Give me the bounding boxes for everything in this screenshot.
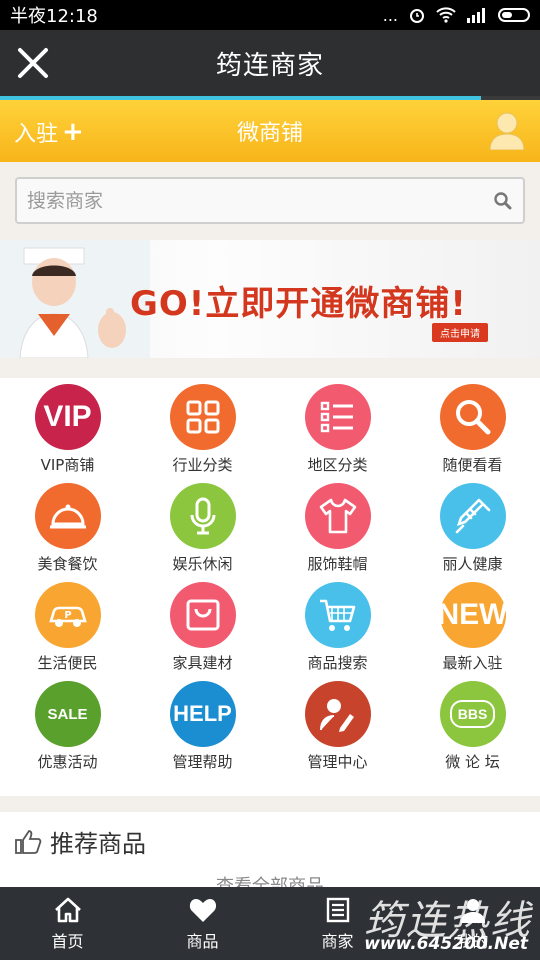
bag-icon — [169, 582, 236, 648]
battery-icon — [498, 8, 530, 22]
signal-icon — [467, 8, 485, 23]
apply-button[interactable]: 点击申请 — [432, 323, 488, 342]
category-item[interactable]: 商品搜索 — [270, 576, 405, 675]
bbs-icon: BBS — [439, 681, 506, 747]
category-grid: VIP VIP商铺 行业分类 地区分类 随便看看美食餐饮 娱乐休闲 服饰鞋帽 丽人健康 P 生活便… — [0, 378, 540, 774]
category-label: 最新入驻 — [442, 654, 503, 672]
category-label: 行业分类 — [172, 456, 233, 474]
grid-icon — [169, 384, 236, 450]
tab-label: 商品 — [186, 931, 219, 951]
icon-text: VIP — [43, 400, 92, 433]
category-item[interactable]: 美食餐饮 — [0, 477, 135, 576]
manager-icon — [304, 681, 371, 747]
tab-home[interactable]: 首页 — [0, 887, 135, 960]
tab-label: 首页 — [51, 931, 84, 951]
category-item[interactable]: 随便看看 — [405, 378, 540, 477]
category-item[interactable]: 丽人健康 — [405, 477, 540, 576]
plus-icon: + — [62, 117, 84, 147]
icon-text: BBS — [449, 700, 496, 728]
user-icon — [460, 898, 485, 923]
home-icon — [54, 897, 81, 922]
join-button[interactable]: 入驻 + — [14, 116, 84, 148]
tshirt-icon — [304, 483, 371, 549]
tab-stores[interactable]: 商家 — [270, 887, 405, 960]
category-label: 随便看看 — [442, 456, 503, 474]
dots-icon: ... — [382, 5, 398, 25]
category-item[interactable]: 管理中心 — [270, 675, 405, 774]
store-icon — [326, 897, 349, 922]
svg-text:P: P — [64, 610, 71, 621]
recommend-section: 推荐商品 查看全部商品 — [0, 812, 540, 897]
category-label: 家具建材 — [172, 654, 233, 672]
category-label: 生活便民 — [37, 654, 98, 672]
microphone-icon — [169, 483, 236, 549]
tab-mine[interactable]: 我的 — [405, 887, 540, 960]
new-icon: NEW — [437, 582, 508, 648]
vip-icon: VIP — [34, 384, 101, 450]
close-icon[interactable] — [14, 44, 52, 82]
recommend-header: 推荐商品 — [0, 812, 540, 871]
tab-products[interactable]: 商品 — [135, 887, 270, 960]
category-item[interactable]: 行业分类 — [135, 378, 270, 477]
category-panel: VIP VIP商铺 行业分类 地区分类 随便看看美食餐饮 娱乐休闲 服饰鞋帽 丽人健康 P 生活便… — [0, 378, 540, 796]
magnifier-icon — [439, 384, 506, 450]
category-item[interactable]: VIP VIP商铺 — [0, 378, 135, 477]
category-label: 微 论 坛 — [445, 753, 500, 771]
join-label: 入驻 — [14, 122, 59, 147]
alarm-icon — [410, 9, 424, 23]
parking-car-icon: P — [34, 582, 101, 648]
category-label: 娱乐休闲 — [172, 555, 233, 573]
category-label: 美食餐饮 — [37, 555, 98, 573]
category-label: 服饰鞋帽 — [307, 555, 368, 573]
tab-label: 商家 — [321, 931, 354, 951]
syringe-icon — [439, 483, 506, 549]
title-bar: 筠连商家 — [0, 30, 540, 96]
wifi-icon — [436, 7, 456, 23]
search-icon[interactable] — [493, 191, 513, 211]
category-item[interactable]: BBS 微 论 坛 — [405, 675, 540, 774]
search-box — [15, 177, 525, 224]
category-item[interactable]: 家具建材 — [135, 576, 270, 675]
recommend-title: 推荐商品 — [50, 830, 146, 858]
chef-image — [0, 240, 150, 358]
search-input[interactable] — [27, 189, 493, 212]
food-cover-icon — [34, 483, 101, 549]
banner-slogan: GO!立即开通微商铺! — [130, 284, 467, 324]
icon-text: HELP — [173, 701, 232, 726]
category-label: 优惠活动 — [37, 753, 98, 771]
category-item[interactable]: 地区分类 — [270, 378, 405, 477]
thumbs-up-icon — [15, 829, 42, 854]
page-title: 筠连商家 — [215, 50, 324, 81]
icon-text: SALE — [47, 705, 88, 723]
status-bar: 半夜12:18 ... — [0, 0, 540, 30]
category-label: 管理帮助 — [172, 753, 233, 771]
category-label: 商品搜索 — [307, 654, 368, 672]
user-avatar-icon[interactable] — [488, 110, 526, 150]
status-icons: ... — [383, 6, 530, 25]
sale-icon: SALE — [34, 681, 101, 747]
category-item[interactable]: 娱乐休闲 — [135, 477, 270, 576]
category-label: 管理中心 — [307, 753, 368, 771]
category-item[interactable]: NEW 最新入驻 — [405, 576, 540, 675]
category-item[interactable]: 服饰鞋帽 — [270, 477, 405, 576]
heart-icon — [189, 898, 216, 922]
promo-banner[interactable]: GO!立即开通微商铺! 点击申请 — [0, 240, 540, 358]
category-item[interactable]: HELP 管理帮助 — [135, 675, 270, 774]
bottom-tab-bar: 首页 商品 商家 我的 — [0, 887, 540, 960]
status-time: 半夜12:18 — [10, 6, 98, 27]
category-label: 地区分类 — [307, 456, 368, 474]
category-item[interactable]: P 生活便民 — [0, 576, 135, 675]
list-icon — [304, 384, 371, 450]
icon-text: NEW — [437, 598, 508, 631]
cart-icon — [304, 582, 371, 648]
category-item[interactable]: SALE 优惠活动 — [0, 675, 135, 774]
help-icon: HELP — [169, 681, 236, 747]
tab-label: 我的 — [456, 931, 489, 951]
category-label: 丽人健康 — [442, 555, 503, 573]
category-label: VIP商铺 — [40, 456, 95, 474]
shop-bar: 入驻 + 微商铺 — [0, 100, 540, 162]
